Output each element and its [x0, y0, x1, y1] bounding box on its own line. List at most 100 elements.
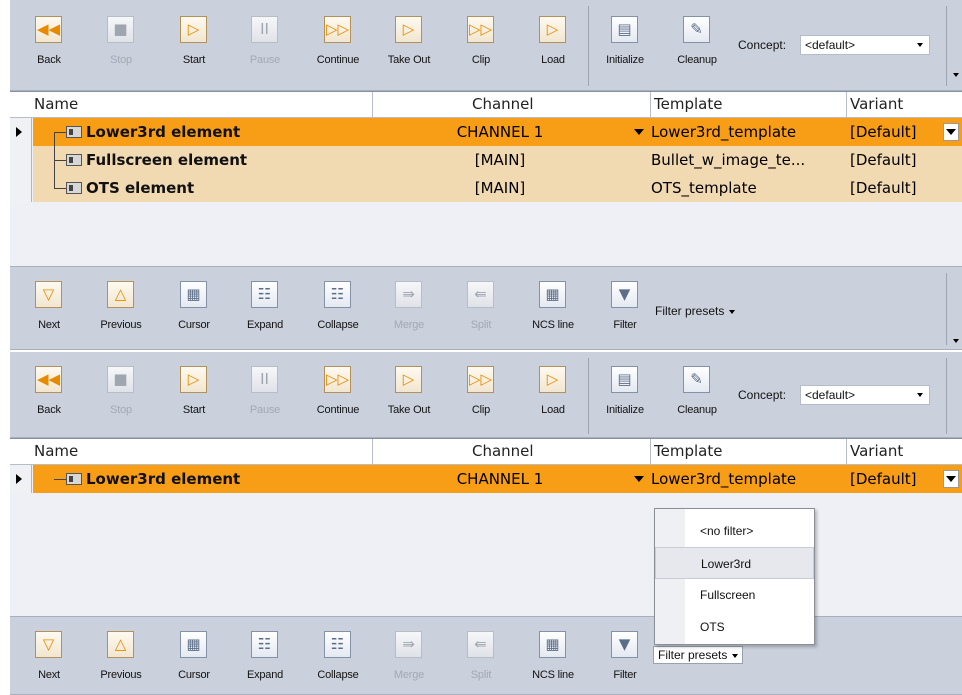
- column-variant[interactable]: Variant: [850, 95, 903, 113]
- row-indicator[interactable]: [10, 465, 32, 493]
- expand-button[interactable]: ☷ Expand: [240, 275, 290, 341]
- column-template[interactable]: Template: [654, 95, 722, 113]
- down-arrow-icon: ▽: [35, 281, 62, 308]
- filter-menu-item[interactable]: Fullscreen: [655, 579, 814, 611]
- toolbar-button-label: Start: [182, 404, 206, 416]
- column-channel[interactable]: Channel: [472, 442, 534, 460]
- continue-icon: ▷▷: [324, 16, 351, 43]
- tree-connector: [54, 132, 55, 146]
- filter-button[interactable]: ▼ Filter: [600, 275, 650, 341]
- element-icon: [66, 473, 82, 485]
- toolbar-button-label: Start: [182, 54, 206, 66]
- filter-presets-button[interactable]: Filter presets: [653, 646, 744, 664]
- filter-menu-item[interactable]: <no filter>: [655, 515, 814, 547]
- stop-button: ■ Stop: [96, 10, 146, 76]
- column-name[interactable]: Name: [34, 442, 78, 460]
- collapse-button[interactable]: ☷ Collapse: [313, 625, 363, 691]
- toolbar-button-label: Cursor: [178, 319, 210, 331]
- element-icon: [66, 154, 82, 166]
- column-channel[interactable]: Channel: [472, 95, 534, 113]
- cleanup-button[interactable]: ✎ Cleanup: [672, 10, 722, 76]
- concept-select[interactable]: <default>: [800, 35, 930, 55]
- take-out-button[interactable]: ▷ Take Out: [384, 10, 434, 76]
- expand-button[interactable]: ☷ Expand: [240, 625, 290, 691]
- next-button[interactable]: ▽ Next: [24, 625, 74, 691]
- channel-dropdown-icon[interactable]: [631, 123, 647, 141]
- take-out-icon: ▷: [395, 16, 422, 43]
- variant-dropdown-icon[interactable]: [943, 123, 959, 141]
- column-template[interactable]: Template: [654, 442, 722, 460]
- toolbar-overflow-icon[interactable]: [953, 73, 959, 77]
- toolbar-button-label: Load: [541, 54, 565, 66]
- previous-button[interactable]: △ Previous: [96, 625, 146, 691]
- concept-select[interactable]: <default>: [800, 385, 930, 405]
- back-button[interactable]: ◀◀ Back: [24, 10, 74, 76]
- toolbar-button-label: Clip: [471, 54, 491, 66]
- toolbar-button-label: Collapse: [317, 319, 359, 331]
- previous-button[interactable]: △ Previous: [96, 275, 146, 341]
- pause-icon: II: [251, 366, 278, 393]
- up-arrow-icon: △: [107, 281, 134, 308]
- continue-button[interactable]: ▷▷ Continue: [313, 360, 363, 426]
- row-channel: [MAIN]: [474, 179, 526, 197]
- column-divider: [846, 439, 847, 465]
- cursor-button[interactable]: ▦ Cursor: [169, 275, 219, 341]
- column-divider: [650, 92, 651, 118]
- table-row[interactable]: Lower3rd element CHANNEL 1 Lower3rd_templa…: [10, 465, 962, 493]
- load-button[interactable]: ▷ Load: [528, 10, 578, 76]
- continue-icon: ▷▷: [324, 366, 351, 393]
- back-button[interactable]: ◀◀ Back: [24, 360, 74, 426]
- toolbar-button-label: Initialize: [606, 404, 644, 416]
- row-template: Lower3rd_template: [651, 470, 797, 488]
- clip-button[interactable]: ▷▷ Clip: [456, 10, 506, 76]
- toolbar-button-label: Cursor: [178, 669, 210, 681]
- element-icon: [66, 126, 82, 138]
- split-icon: ⇚: [467, 281, 494, 308]
- continue-button[interactable]: ▷▷ Continue: [313, 10, 363, 76]
- initialize-button[interactable]: ▤ Initialize: [600, 10, 650, 76]
- chevron-down-icon: [917, 393, 923, 397]
- playout-toolbar: ◀◀ Back ■ Stop ▷ Start II Pause ▷▷ Continue ▷ Take …: [10, 0, 962, 91]
- table-row[interactable]: OTS element [MAIN] OTS_template [Default]: [10, 174, 962, 202]
- column-variant[interactable]: Variant: [850, 442, 903, 460]
- row-indicator[interactable]: [10, 146, 32, 174]
- filter-presets-button[interactable]: Filter presets: [655, 304, 736, 318]
- cleanup-button[interactable]: ✎ Cleanup: [672, 360, 722, 426]
- clip-button[interactable]: ▷▷ Clip: [456, 360, 506, 426]
- toolbar-separator: [946, 6, 947, 86]
- row-indicator[interactable]: [10, 118, 32, 146]
- up-arrow-icon: △: [107, 631, 134, 658]
- toolbar-overflow-icon[interactable]: [953, 339, 959, 343]
- ncs-line-button[interactable]: ▦ NCS line: [528, 625, 578, 691]
- table-row[interactable]: Lower3rd element CHANNEL 1 Lower3rd_templa…: [10, 118, 962, 146]
- collapse-button[interactable]: ☷ Collapse: [313, 275, 363, 341]
- cursor-button[interactable]: ▦ Cursor: [169, 625, 219, 691]
- channel-dropdown-icon[interactable]: [631, 470, 647, 488]
- panel-2: ◀◀ Back ■ Stop ▷ Start II Pause ▷▷ Continue ▷ Take …: [10, 352, 962, 695]
- row-template: OTS_template: [651, 179, 757, 197]
- next-button[interactable]: ▽ Next: [24, 275, 74, 341]
- tree-connector: [54, 132, 66, 133]
- filter-menu-item[interactable]: OTS: [655, 611, 814, 643]
- table-row[interactable]: Fullscreen element [MAIN] Bullet_w_image_t…: [10, 146, 962, 174]
- load-icon: ▷: [539, 366, 566, 393]
- rewind-icon: ◀◀: [35, 16, 62, 43]
- start-button[interactable]: ▷ Start: [169, 10, 219, 76]
- filter-menu-item[interactable]: Lower3rd: [655, 547, 814, 579]
- toolbar-button-label: Pause: [249, 54, 281, 66]
- variant-dropdown-icon[interactable]: [943, 470, 959, 488]
- toolbar-button-label: Stop: [110, 404, 132, 416]
- tree-connector: [54, 188, 66, 189]
- column-name[interactable]: Name: [34, 95, 78, 113]
- tree-connector: [54, 146, 55, 174]
- load-button[interactable]: ▷ Load: [528, 360, 578, 426]
- row-indicator[interactable]: [10, 174, 32, 202]
- take-out-button[interactable]: ▷ Take Out: [384, 360, 434, 426]
- toolbar-button-label: Back: [37, 404, 61, 416]
- filter-button[interactable]: ▼ Filter: [600, 625, 650, 691]
- initialize-button[interactable]: ▤ Initialize: [600, 360, 650, 426]
- start-button[interactable]: ▷ Start: [169, 360, 219, 426]
- concept-value: <default>: [805, 388, 856, 402]
- tree-connector: [54, 174, 55, 189]
- ncs-line-button[interactable]: ▦ NCS line: [528, 275, 578, 341]
